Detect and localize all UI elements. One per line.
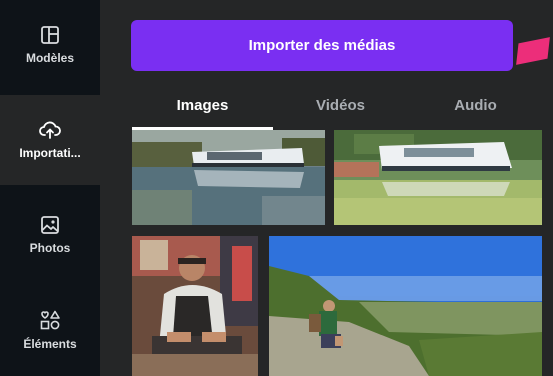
- uploads-panel: Importer des médias Images Vidéos Audio: [100, 0, 553, 376]
- annotation-mark: [516, 37, 550, 65]
- side-rail: Modèles Importati... Photos Éléments: [0, 0, 100, 376]
- upload-media-button[interactable]: Importer des médias: [131, 20, 513, 71]
- media-thumbnail-boat-river[interactable]: [334, 130, 542, 225]
- sidebar-item-label: Importati...: [19, 146, 81, 160]
- sidebar-item-templates[interactable]: Modèles: [0, 0, 100, 90]
- sidebar-item-label: Photos: [29, 241, 71, 255]
- media-thumbnail-boat-canal[interactable]: [132, 130, 325, 225]
- tab-videos[interactable]: Vidéos: [273, 82, 408, 128]
- media-thumbnail-landscape-hiker[interactable]: [269, 236, 542, 376]
- upload-cloud-icon: [39, 121, 61, 139]
- sidebar-item-label: Modèles: [25, 51, 74, 65]
- tab-images[interactable]: Images: [132, 82, 273, 128]
- image-icon: [41, 216, 59, 234]
- templates-icon: [41, 26, 59, 44]
- sidebar-item-elements[interactable]: Éléments: [0, 285, 100, 375]
- tab-audio[interactable]: Audio: [408, 82, 543, 128]
- elements-icon: [40, 310, 60, 330]
- media-thumbnail-craftsman[interactable]: [132, 236, 258, 376]
- media-tabs: Images Vidéos Audio: [132, 82, 522, 130]
- sidebar-item-label: Éléments: [23, 337, 77, 351]
- sidebar-item-photos[interactable]: Photos: [0, 190, 100, 280]
- sidebar-item-uploads[interactable]: Importati...: [0, 95, 100, 185]
